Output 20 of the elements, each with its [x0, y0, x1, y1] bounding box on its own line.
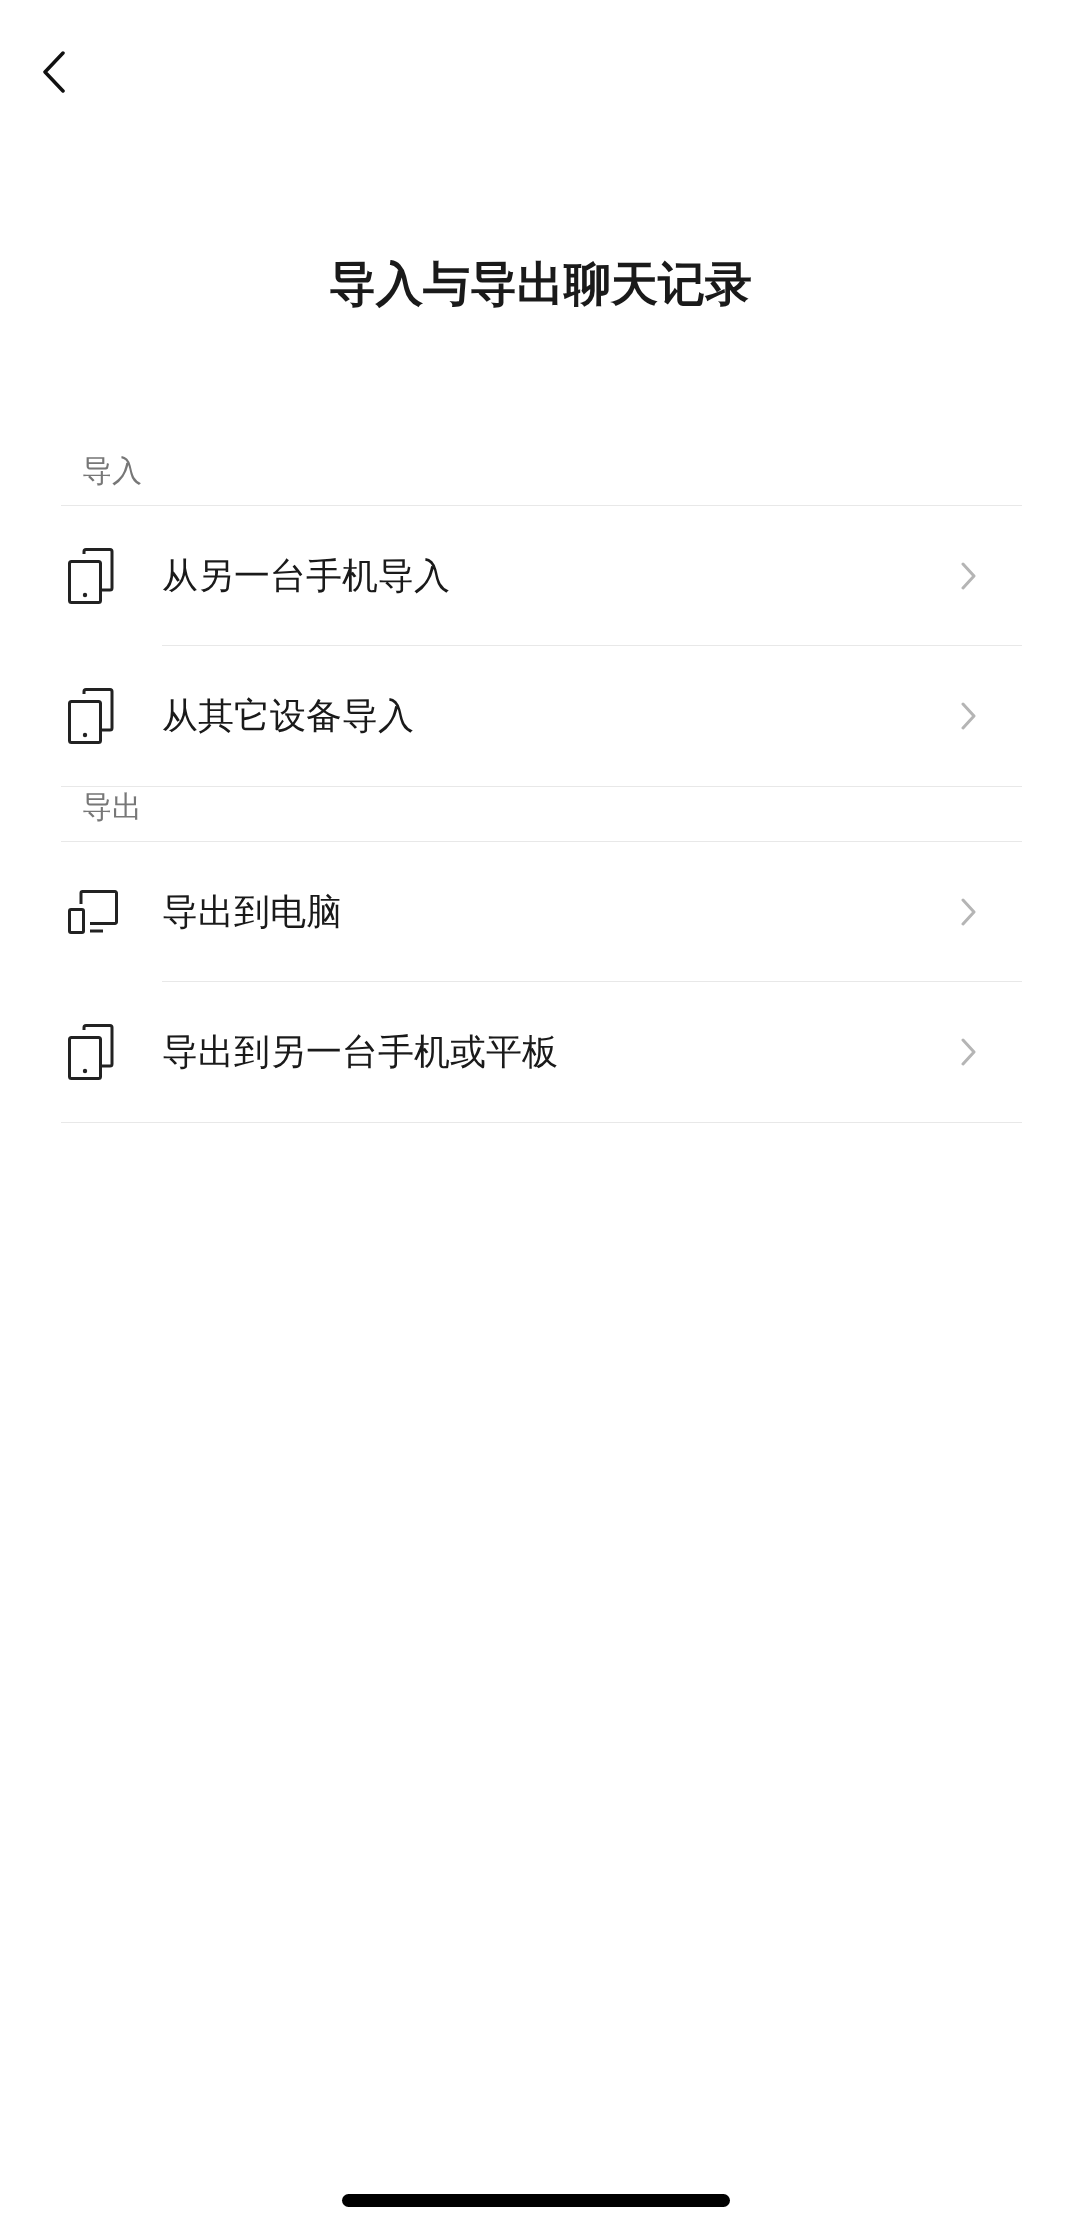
list-item[interactable]: 导出到电脑	[61, 842, 1022, 982]
list-item[interactable]: 从其它设备导入	[61, 646, 1022, 787]
phones-icon	[68, 548, 114, 604]
section-label: 导入	[82, 452, 142, 490]
back-icon[interactable]	[42, 51, 66, 93]
section-label: 导出	[82, 788, 142, 826]
item-label: 从另一台手机导入	[162, 553, 450, 598]
chevron-icon	[961, 897, 977, 926]
item-label: 导出到另一台手机或平板	[162, 1030, 558, 1074]
phones-icon	[68, 1024, 114, 1080]
page-title: 导入与导出聊天记录	[327, 255, 753, 313]
chevron-icon	[961, 1038, 977, 1066]
item-label: 导出到电脑	[162, 889, 342, 934]
list-item[interactable]: 导出到另一台手机或平板	[61, 982, 1022, 1123]
chevron-icon	[961, 702, 977, 730]
computer-icon	[68, 890, 118, 934]
list-item[interactable]: 从另一台手机导入	[61, 506, 1022, 646]
chevron-icon	[961, 561, 977, 590]
item-label: 从其它设备导入	[162, 694, 414, 738]
phones-icon	[68, 688, 114, 744]
